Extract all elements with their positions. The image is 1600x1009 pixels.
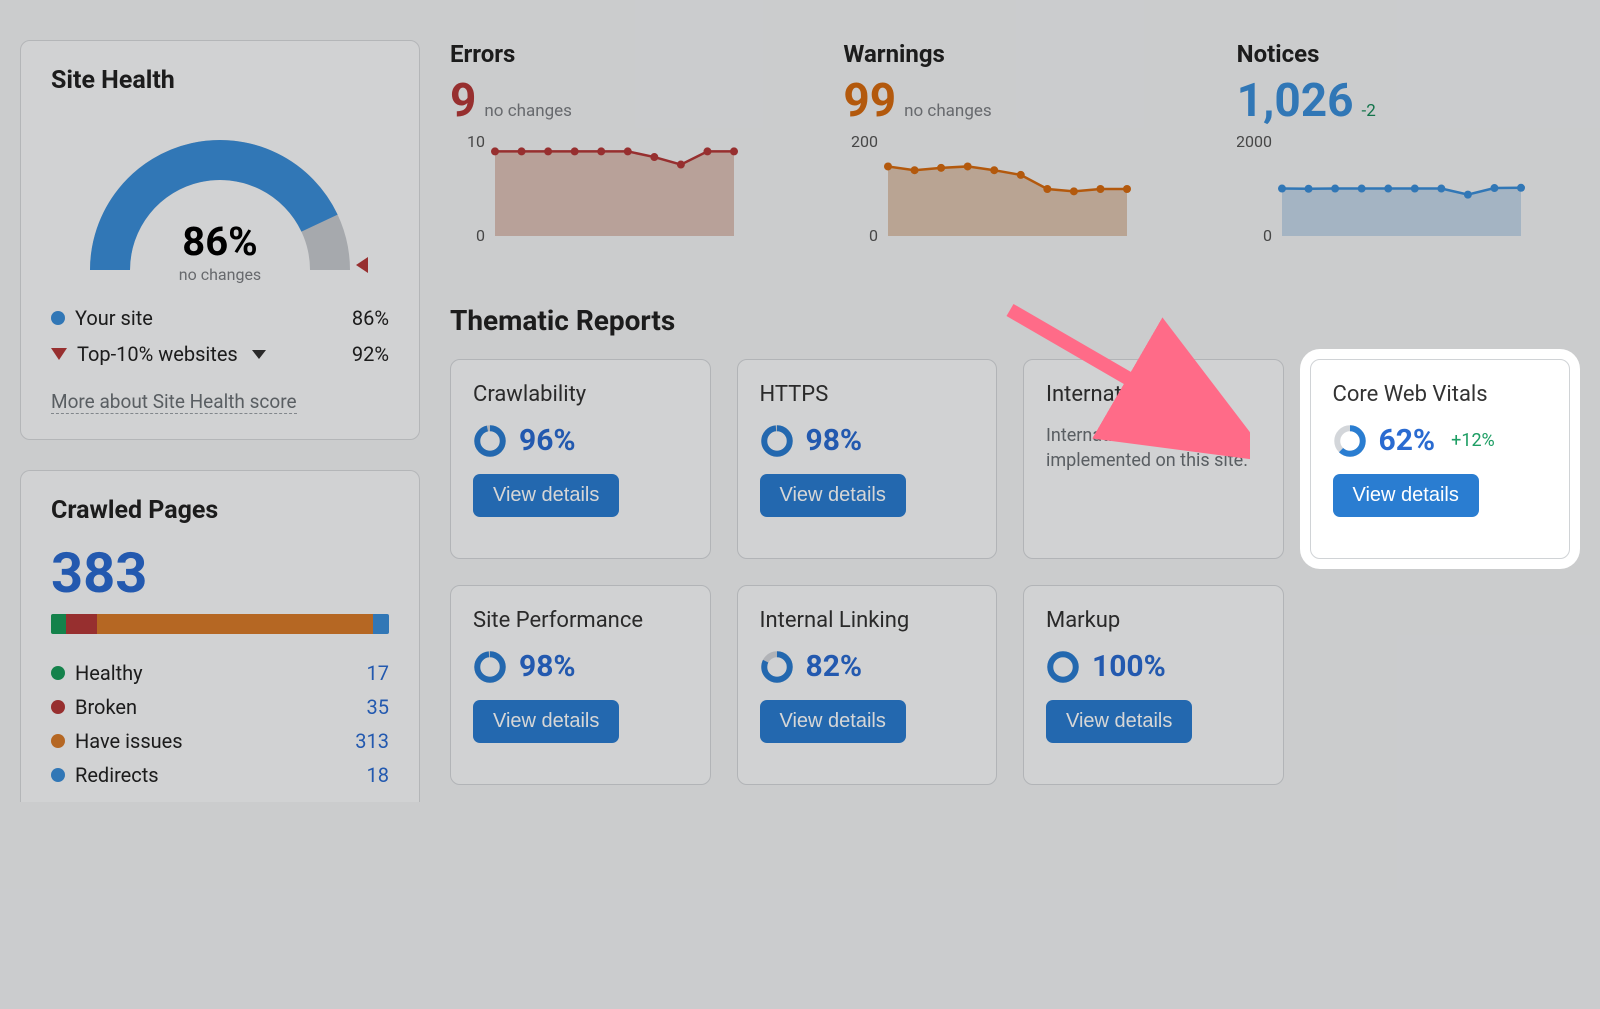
crawled-pages-row[interactable]: Redirects 18	[51, 758, 389, 792]
site-health-legend-row: Your site 86%	[51, 300, 389, 336]
progress-ring-icon	[760, 424, 794, 458]
site-health-legend-row[interactable]: Top-10% websites 92%	[51, 336, 389, 372]
report-title: Site Performance	[473, 608, 688, 633]
crawled-pages-segbar	[51, 614, 389, 634]
svg-text:200: 200	[851, 134, 878, 151]
crawled-pages-row[interactable]: Broken 35	[51, 690, 389, 724]
report-description: International SEO is not implemented on …	[1046, 423, 1261, 473]
dot-icon	[51, 311, 65, 325]
svg-text:0: 0	[476, 226, 485, 244]
progress-ring-icon	[1333, 424, 1367, 458]
triangle-icon	[51, 348, 67, 360]
row-value: 17	[367, 661, 389, 685]
site-health-panel: Site Health 86% no changes Your site 86% T…	[20, 40, 420, 440]
site-health-title: Site Health	[51, 66, 389, 95]
svg-text:2000: 2000	[1237, 134, 1272, 151]
more-about-site-health-link[interactable]: More about Site Health score	[51, 390, 297, 414]
metric-title: Errors	[450, 40, 783, 68]
sparkline-chart: 0 200	[843, 134, 1133, 244]
svg-text:10: 10	[467, 134, 485, 151]
legend-value: 86%	[352, 306, 389, 330]
row-label: Have issues	[75, 729, 183, 753]
progress-ring-icon	[1046, 650, 1080, 684]
row-value: 18	[367, 763, 389, 787]
view-details-button[interactable]: View details	[760, 700, 906, 743]
legend-label: Your site	[75, 306, 153, 330]
report-percent: 82%	[806, 649, 863, 684]
report-card: Markup 100% View details	[1023, 585, 1284, 785]
report-card: Site Performance 98% View details	[450, 585, 711, 785]
svg-text:0: 0	[1263, 226, 1272, 244]
metric-value: 9	[450, 74, 476, 128]
sparkline-chart: 0 10	[450, 134, 740, 244]
row-value: 35	[367, 695, 389, 719]
metric-title: Notices	[1237, 40, 1570, 68]
metric-sub: no changes	[904, 101, 992, 121]
gauge-sub: no changes	[179, 265, 261, 284]
report-percent: 98%	[806, 423, 863, 458]
view-details-button[interactable]: View details	[1333, 474, 1479, 517]
dot-icon	[51, 768, 65, 782]
legend-label: Top-10% websites	[77, 342, 238, 366]
view-details-button[interactable]: View details	[760, 474, 906, 517]
crawled-pages-row[interactable]: Have issues 313	[51, 724, 389, 758]
report-card: International SEO International SEO is no…	[1023, 359, 1284, 559]
row-label: Broken	[75, 695, 137, 719]
report-title: Core Web Vitals	[1333, 382, 1548, 407]
report-percent: 96%	[519, 423, 576, 458]
report-title: International SEO	[1046, 382, 1261, 407]
segment	[97, 614, 373, 634]
thematic-reports-title: Thematic Reports	[450, 304, 1570, 337]
segment	[66, 614, 97, 634]
report-title: Crawlability	[473, 382, 688, 407]
sparkline-chart: 0 2000	[1237, 134, 1527, 244]
report-card: Core Web Vitals 62% +12% View details	[1310, 359, 1571, 559]
metric-delta: -2	[1362, 101, 1376, 121]
segment	[373, 614, 389, 634]
crawled-pages-row[interactable]: Healthy 17	[51, 656, 389, 690]
progress-ring-icon	[473, 424, 507, 458]
dot-icon	[51, 734, 65, 748]
view-details-button[interactable]: View details	[473, 700, 619, 743]
row-label: Redirects	[75, 763, 159, 787]
crawled-pages-title: Crawled Pages	[51, 496, 389, 525]
legend-value: 92%	[352, 342, 389, 366]
report-percent: 62%	[1379, 423, 1436, 458]
report-title: Internal Linking	[760, 608, 975, 633]
metric-card: Errors 9 no changes 0 10	[450, 40, 783, 244]
metric-value: 99	[843, 74, 896, 128]
site-health-gauge: 86% no changes	[51, 110, 389, 290]
metric-card: Warnings 99 no changes 0 200	[843, 40, 1176, 244]
metric-card: Notices 1,026 -2 0 2000	[1237, 40, 1570, 244]
dot-icon	[51, 700, 65, 714]
chevron-down-icon[interactable]	[252, 350, 266, 359]
crawled-pages-panel: Crawled Pages 383 Healthy 17 Broken 35 Have …	[20, 470, 420, 802]
view-details-button[interactable]: View details	[1046, 700, 1192, 743]
segment	[51, 614, 66, 634]
row-value: 313	[355, 729, 389, 753]
gauge-value: 86%	[182, 218, 257, 265]
report-delta: +12%	[1451, 430, 1495, 451]
row-label: Healthy	[75, 661, 143, 685]
report-percent: 100%	[1092, 649, 1166, 684]
metric-title: Warnings	[843, 40, 1176, 68]
report-card: HTTPS 98% View details	[737, 359, 998, 559]
progress-ring-icon	[760, 650, 794, 684]
metric-sub: no changes	[484, 101, 572, 121]
crawled-pages-total: 383	[51, 540, 389, 606]
report-percent: 98%	[519, 649, 576, 684]
report-card: Internal Linking 82% View details	[737, 585, 998, 785]
progress-ring-icon	[473, 650, 507, 684]
view-details-button[interactable]: View details	[473, 474, 619, 517]
report-card: Crawlability 96% View details	[450, 359, 711, 559]
metric-value: 1,026	[1237, 74, 1354, 128]
dot-icon	[51, 666, 65, 680]
svg-text:0: 0	[869, 226, 878, 244]
report-title: Markup	[1046, 608, 1261, 633]
report-title: HTTPS	[760, 382, 975, 407]
